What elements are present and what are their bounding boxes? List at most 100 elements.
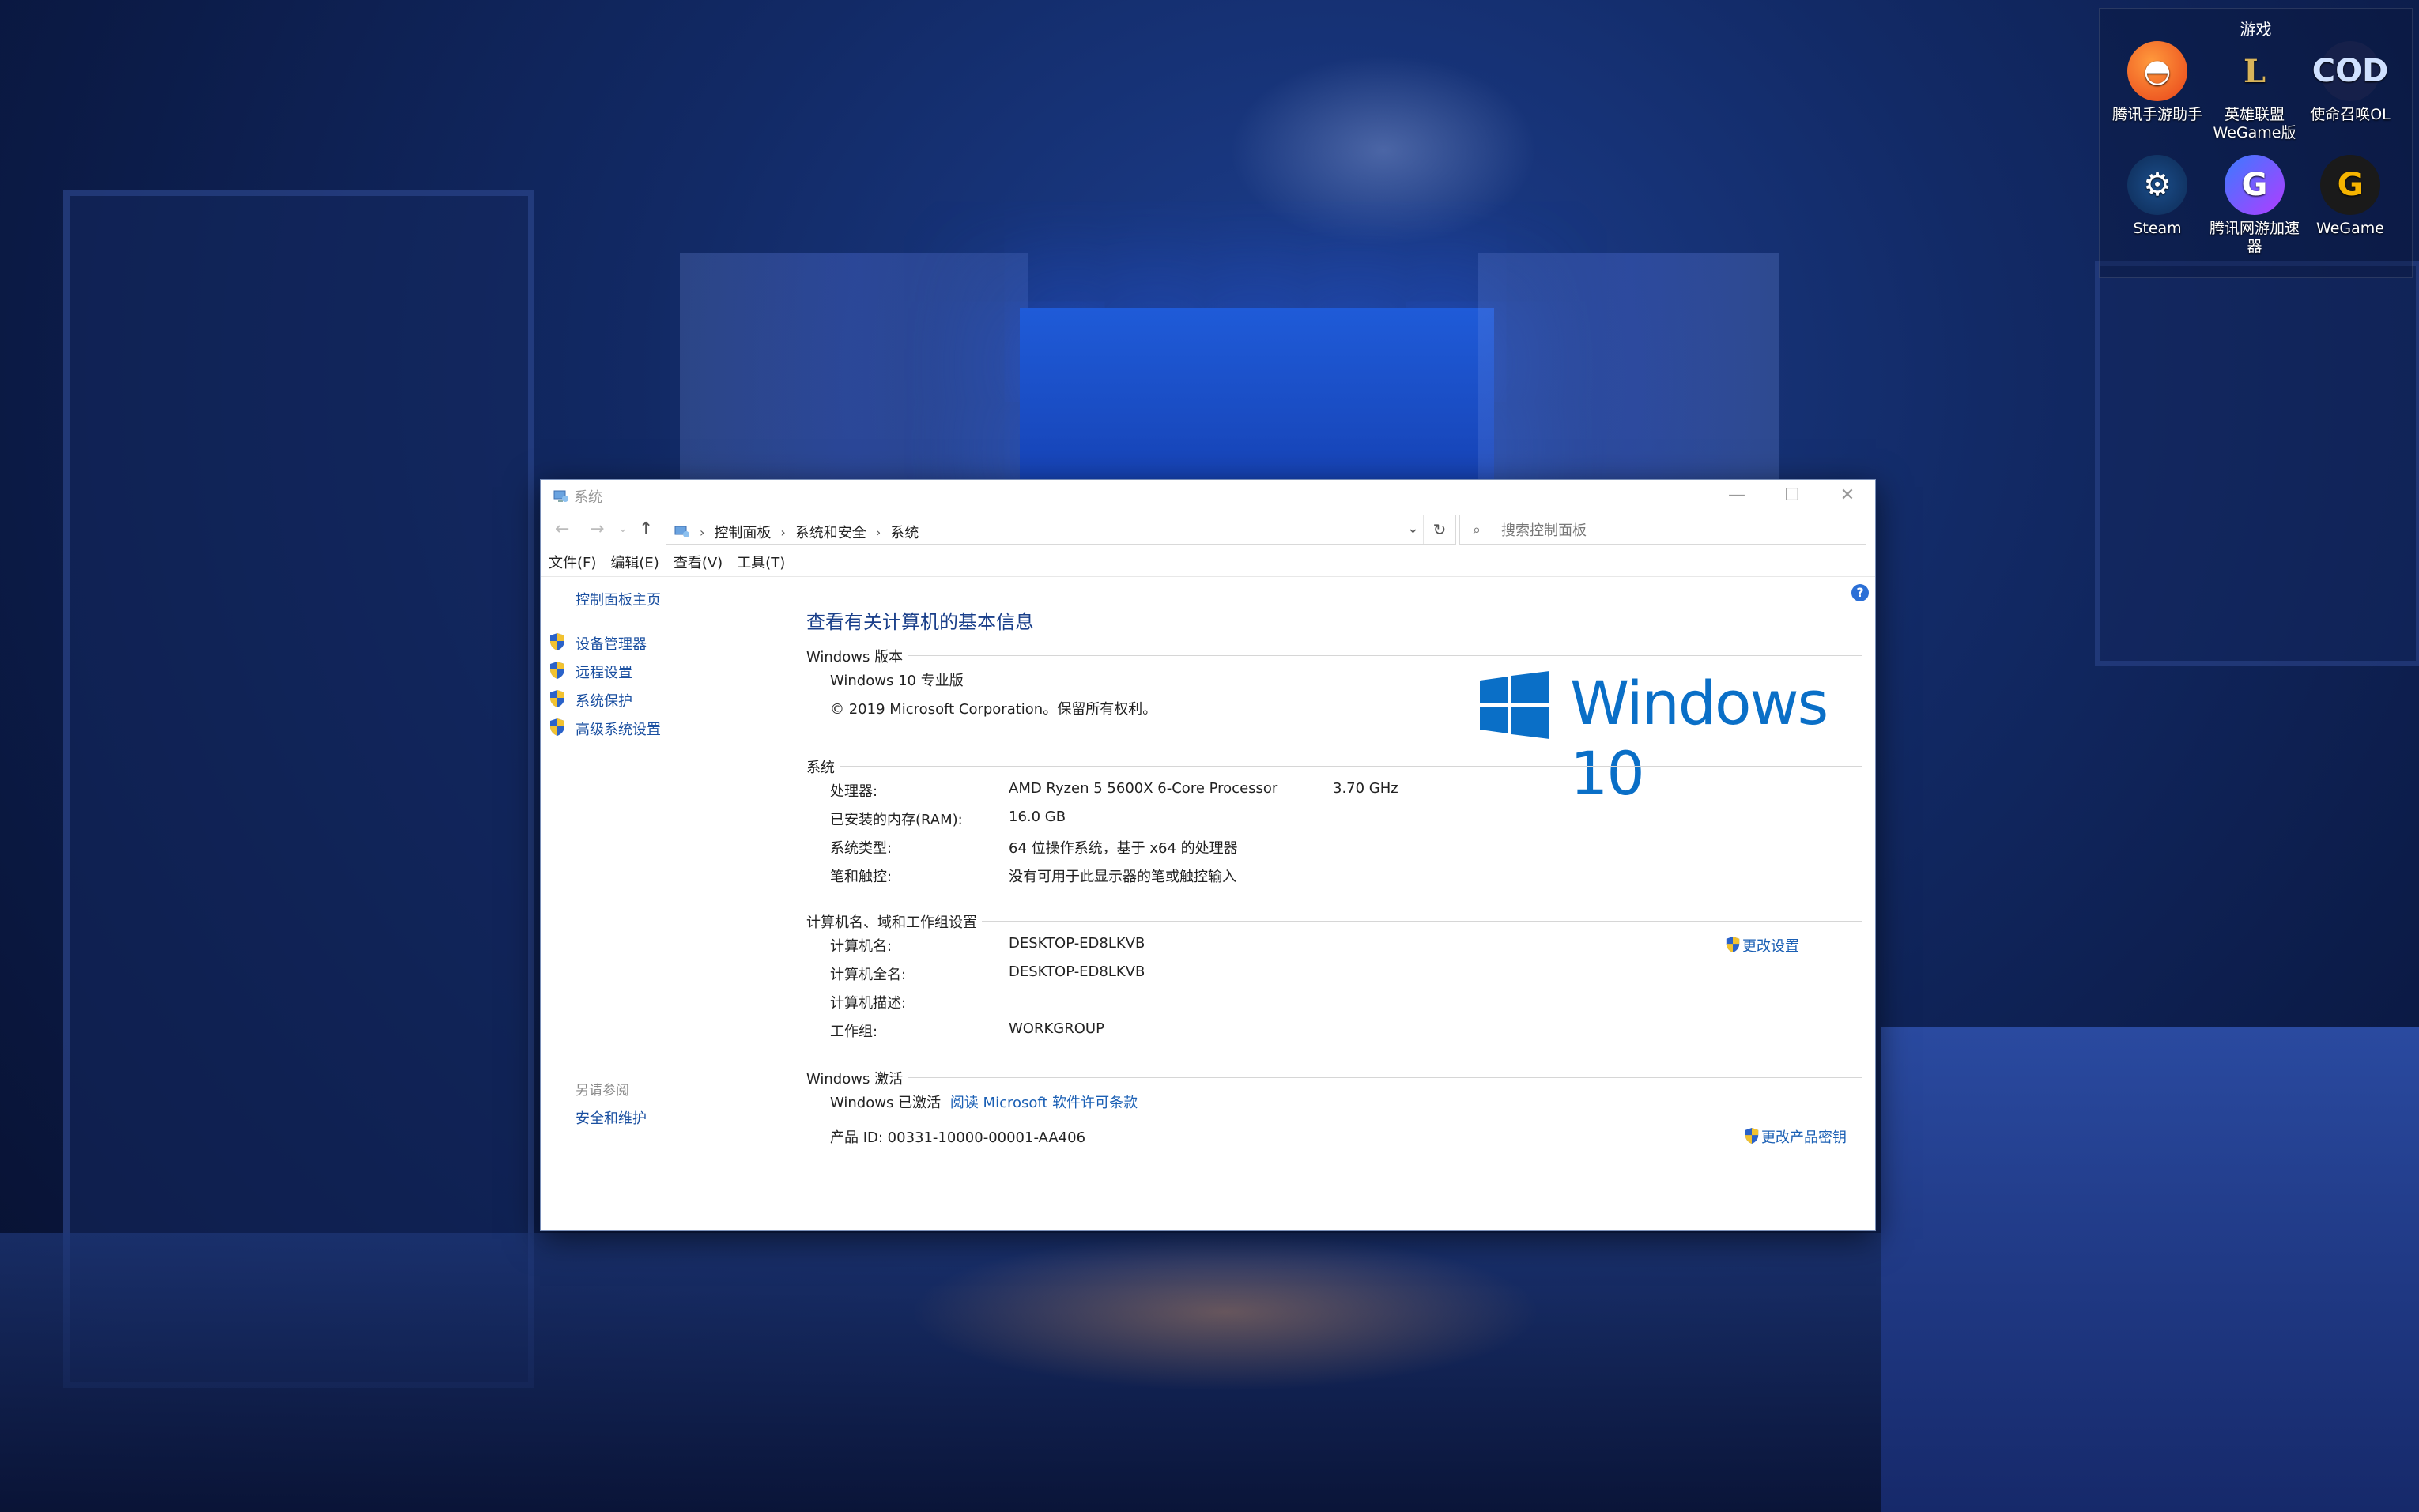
workgroup-label: 工作组:: [830, 1024, 878, 1040]
control-panel-home-link[interactable]: 控制面板主页: [576, 589, 661, 609]
wegame-icon: G: [2320, 155, 2380, 215]
desktop-icon-wegame[interactable]: G WeGame: [2301, 155, 2399, 238]
windows-10-logo: Windows 10: [1480, 668, 1859, 809]
back-arrow-icon[interactable]: ←: [555, 519, 569, 539]
change-product-key-label: 更改产品密钥: [1761, 1129, 1847, 1146]
address-dropdown-chevron-icon[interactable]: ⌄: [1407, 520, 1419, 537]
product-id: 产品 ID: 00331-10000-00001-AA406: [830, 1129, 1086, 1146]
search-input[interactable]: [1500, 515, 1851, 545]
menu-edit[interactable]: 编辑(E): [610, 552, 659, 572]
league-of-legends-icon: L: [2243, 52, 2266, 90]
desktop-icon-label: 腾讯网游加速器: [2209, 220, 2300, 255]
change-settings-label: 更改设置: [1742, 938, 1799, 955]
system-type-value: 64 位操作系统，基于 x64 的处理器: [1009, 840, 1238, 857]
desktop-icon-steam[interactable]: ⚙ Steam: [2108, 155, 2206, 238]
desktop-icon-label: 使命召唤OL: [2310, 106, 2391, 123]
windows-logo-text: Windows 10: [1570, 668, 1828, 809]
desktop-icon-label: WeGame: [2316, 220, 2384, 237]
menu-tools[interactable]: 工具(T): [737, 552, 785, 572]
menu-view[interactable]: 查看(V): [674, 552, 723, 572]
tencent-mobile-assistant-icon: ◓: [2127, 41, 2187, 101]
sidebar-item-device-manager[interactable]: 设备管理器: [550, 633, 647, 654]
uac-shield-icon: [550, 718, 564, 736]
address-row: ← → ⌄ ↑ › 控制面板 › 系统和安全 › 系统 ⌄ ↻ ⌕: [541, 511, 1875, 548]
breadcrumb-separator: ›: [700, 524, 705, 540]
ram-value: 16.0 GB: [1009, 809, 1066, 825]
system-window-icon: [553, 490, 568, 502]
breadcrumb-separator[interactable]: ›: [780, 525, 785, 540]
steam-icon: ⚙: [2127, 155, 2187, 215]
full-computer-name-label: 计算机全名:: [830, 967, 907, 983]
processor-label: 处理器:: [830, 783, 878, 800]
desktop-icon-tencent-mobile-assistant[interactable]: ◓ 腾讯手游助手: [2108, 41, 2206, 124]
system-type-label: 系统类型:: [830, 840, 893, 857]
page-title: 查看有关计算机的基本信息: [806, 611, 1034, 633]
see-also-heading: 另请参阅: [576, 1083, 629, 1099]
computer-description-label: 计算机描述:: [830, 995, 907, 1012]
change-settings-link[interactable]: 更改设置: [1725, 935, 1799, 956]
uac-shield-icon: [550, 690, 564, 707]
desktop-icon-call-of-duty[interactable]: COD 使命召唤OL: [2301, 41, 2399, 124]
sidebar-item-remote-settings[interactable]: 远程设置: [550, 662, 632, 682]
help-icon[interactable]: ?: [1851, 584, 1869, 601]
copyright-text: © 2019 Microsoft Corporation。保留所有权利。: [830, 701, 1157, 718]
breadcrumb-separator[interactable]: ›: [876, 525, 881, 540]
section-system: 系统: [806, 756, 1862, 777]
main-content: ? 查看有关计算机的基本信息 Windows 版本 Windows 10 专业版…: [806, 576, 1869, 1230]
section-windows-edition: Windows 版本: [806, 646, 1862, 666]
desktop-icon-league-of-legends[interactable]: L 英雄联盟WeGame版: [2206, 41, 2304, 142]
up-arrow-icon[interactable]: ↑: [639, 519, 653, 539]
sidebar-item-label: 高级系统设置: [576, 722, 661, 738]
title-bar[interactable]: 系统 — ☐ ✕: [541, 480, 1875, 511]
section-windows-activation: Windows 激活: [806, 1068, 1862, 1088]
uac-shield-icon: [1726, 937, 1740, 952]
pen-touch-value: 没有可用于此显示器的笔或触控输入: [1009, 869, 1236, 885]
windows-logo-icon: [1480, 671, 1549, 739]
license-terms-link[interactable]: 阅读 Microsoft 软件许可条款: [950, 1095, 1138, 1111]
fence-title: 游戏: [2240, 20, 2272, 39]
workgroup-value: WORKGROUP: [1009, 1020, 1104, 1037]
search-box[interactable]: ⌕: [1459, 515, 1866, 545]
window-title: 系统: [574, 489, 602, 506]
computer-name-value: DESKTOP-ED8LKVB: [1009, 935, 1145, 952]
desktop-icon-tencent-accelerator[interactable]: G 腾讯网游加速器: [2206, 155, 2304, 256]
address-bar[interactable]: › 控制面板 › 系统和安全 › 系统 ⌄ ↻: [666, 515, 1456, 545]
search-icon: ⌕: [1473, 522, 1481, 538]
uac-shield-icon: [550, 633, 564, 650]
desktop-icon-label: Steam: [2133, 220, 2182, 237]
menu-bar: 文件(F) 编辑(E) 查看(V) 工具(T): [541, 548, 1875, 577]
breadcrumb: › 控制面板 › 系统和安全 › 系统: [674, 522, 919, 542]
desktop-icon-label: 英雄联盟WeGame版: [2213, 106, 2296, 141]
change-product-key-link[interactable]: 更改产品密钥: [1744, 1126, 1847, 1147]
processor-speed: 3.70 GHz: [1333, 780, 1398, 797]
breadcrumb-control-panel[interactable]: 控制面板: [714, 522, 771, 542]
tencent-accelerator-icon: G: [2225, 155, 2285, 215]
control-panel-icon: [674, 526, 689, 537]
edition-value: Windows 10 专业版: [830, 673, 964, 689]
sidebar-item-label: 系统保护: [576, 693, 632, 710]
sidebar-item-system-protection[interactable]: 系统保护: [550, 690, 632, 711]
security-maintenance-link[interactable]: 安全和维护: [576, 1107, 647, 1128]
recent-locations-chevron-icon[interactable]: ⌄: [618, 522, 628, 535]
activation-status: Windows 已激活 阅读 Microsoft 软件许可条款: [830, 1092, 1138, 1112]
sidebar-item-advanced-settings[interactable]: 高级系统设置: [550, 718, 661, 739]
desktop-icon-label: 腾讯手游助手: [2111, 106, 2202, 123]
breadcrumb-system[interactable]: 系统: [890, 522, 919, 542]
maximize-button[interactable]: ☐: [1764, 480, 1820, 511]
full-computer-name-value: DESKTOP-ED8LKVB: [1009, 963, 1145, 980]
sidebar-item-label: 设备管理器: [576, 636, 647, 653]
ram-label: 已安装的内存(RAM):: [830, 812, 963, 828]
close-button[interactable]: ✕: [1820, 480, 1875, 511]
sidebar-item-label: 远程设置: [576, 665, 632, 681]
minimize-button[interactable]: —: [1709, 480, 1764, 511]
system-window: 系统 — ☐ ✕ ← → ⌄ ↑ › 控制面板 › 系统和安全 › 系统 ⌄ ↻: [540, 479, 1876, 1231]
forward-arrow-icon[interactable]: →: [590, 519, 604, 539]
menu-file[interactable]: 文件(F): [549, 552, 596, 572]
computer-name-label: 计算机名:: [830, 938, 893, 955]
sidebar: 控制面板主页 设备管理器 远程设置 系统保护 高级系统设置 另请参阅 安全和维护: [541, 576, 794, 1230]
refresh-icon[interactable]: ↻: [1423, 515, 1455, 544]
activation-status-text: Windows 已激活: [830, 1095, 942, 1111]
uac-shield-icon: [550, 662, 564, 679]
call-of-duty-icon: COD: [2312, 41, 2388, 101]
breadcrumb-system-security[interactable]: 系统和安全: [795, 522, 866, 542]
